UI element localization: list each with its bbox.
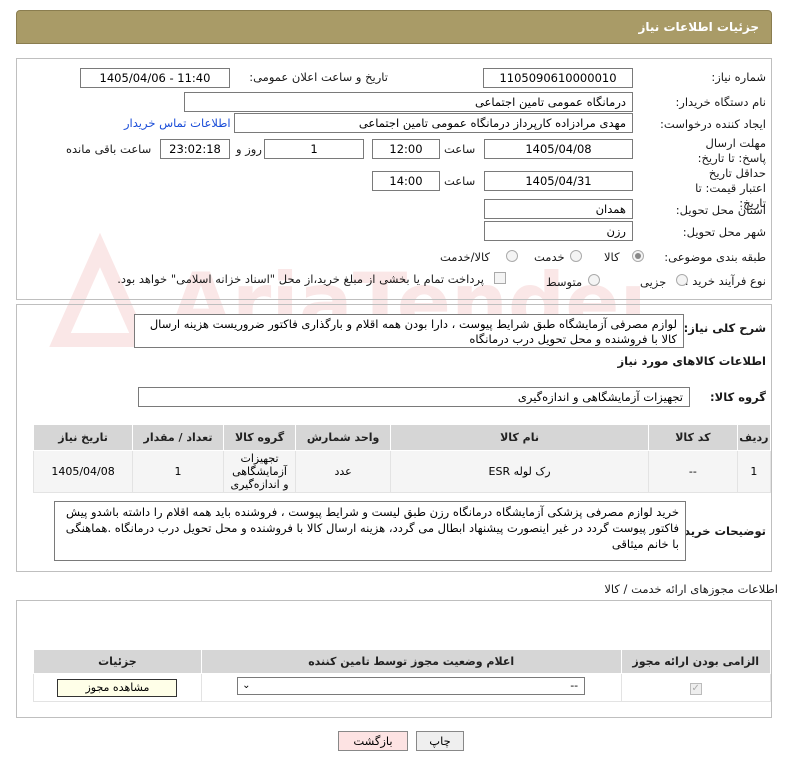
deadline-days-label: روز و	[236, 142, 262, 156]
validity-time-label: ساعت	[444, 174, 476, 188]
category-radio-both[interactable]	[506, 250, 518, 262]
permit-required-checkbox: ✓	[689, 682, 702, 695]
announce-datetime-field: 1405/04/06 - 11:40	[80, 68, 230, 88]
category-radio-goods[interactable]	[632, 250, 644, 262]
cell-date: 1405/04/08	[32, 450, 134, 493]
category-option-both: کالا/خدمت	[440, 250, 491, 264]
deadline-days-field: 1	[264, 139, 364, 159]
col-permit-required: الزامی بودن ارائه مجوز	[620, 649, 771, 674]
cell-name: رک لوله ESR	[390, 450, 650, 493]
cell-group: تجهیزات آزمایشگاهی و اندازه‌گیری	[222, 450, 297, 493]
page-title: جزئیات اطلاعات نیاز	[638, 20, 759, 34]
deadline-label: مهلت ارسال پاسخ: تا تاریخ:	[697, 136, 766, 165]
cell-permit-required: ✓	[620, 673, 771, 702]
deadline-time-field: 12:00	[372, 139, 440, 159]
category-option-goods: کالا	[604, 250, 620, 264]
col-unit: واحد شمارش	[295, 424, 392, 451]
table-row: 1 -- رک لوله ESR عدد تجهیزات آزمایشگاهی …	[32, 450, 772, 493]
deadline-date-field: 1405/04/08	[484, 139, 633, 159]
permit-status-value: --	[570, 679, 579, 692]
buyer-org-label: نام دستگاه خریدار:	[675, 95, 766, 109]
print-button[interactable]: چاپ	[416, 731, 464, 751]
validity-time-field: 14:00	[372, 171, 440, 191]
cell-row: 1	[736, 450, 772, 493]
col-permit-status: اعلام وضعیت مجوز توسط تامین کننده	[200, 649, 622, 674]
deadline-time-label: ساعت	[444, 142, 476, 156]
cell-qty: 1	[132, 450, 224, 493]
permits-table: الزامی بودن ارائه مجوز اعلام وضعیت مجوز …	[33, 649, 771, 702]
col-group: گروه کالا	[222, 424, 297, 451]
process-option-medium: متوسط	[546, 275, 583, 289]
process-option-minor: جزیی	[640, 275, 667, 289]
process-label: نوع فرآیند خرید :	[684, 274, 766, 288]
back-button[interactable]: بازگشت	[338, 731, 408, 751]
col-permit-details: جزئیات	[33, 649, 202, 674]
cell-permit-status: ⌄ --	[200, 673, 622, 702]
col-name: نام کالا	[390, 424, 650, 451]
col-code: کد کالا	[648, 424, 738, 451]
remaining-time-label: ساعت باقی مانده	[66, 142, 152, 156]
summary-label: شرح کلی نیاز:	[683, 321, 766, 335]
goods-section-title: اطلاعات کالاهای مورد نیاز	[617, 354, 766, 368]
category-label: طبقه بندی موضوعی:	[664, 250, 766, 264]
chevron-down-icon: ⌄	[242, 680, 251, 691]
category-radio-service[interactable]	[570, 250, 582, 262]
goods-group-field: تجهیزات آزمایشگاهی و اندازه‌گیری	[138, 387, 690, 407]
permits-section-title: اطلاعات مجوزهای ارائه خدمت / کالا	[604, 582, 778, 596]
buyer-contact-link[interactable]: اطلاعات تماس خریدار	[124, 116, 231, 130]
treasury-payment-note: پرداخت تمام یا بخشی از مبلغ خرید،از محل …	[117, 272, 484, 286]
permit-status-select[interactable]: ⌄ --	[237, 677, 586, 695]
province-field: همدان	[484, 199, 633, 219]
buyer-notes-text: خرید لوازم مصرفی پزشکی آزمایشگاه درمانگا…	[54, 501, 686, 561]
city-label: شهر محل تحویل:	[682, 225, 766, 239]
col-row: ردیف	[736, 424, 772, 451]
col-date: تاریخ نیاز	[32, 424, 134, 451]
announce-datetime-label: تاریخ و ساعت اعلان عمومی:	[249, 70, 388, 84]
page-header: جزئیات اطلاعات نیاز	[16, 10, 772, 44]
city-field: رزن	[484, 221, 633, 241]
goods-group-label: گروه کالا:	[710, 390, 766, 404]
process-radio-minor[interactable]	[676, 274, 688, 286]
cell-code: --	[648, 450, 738, 493]
need-number-label: شماره نیاز:	[711, 70, 766, 84]
process-radio-medium[interactable]	[588, 274, 600, 286]
table-row: ✓ ⌄ -- مشاهده مجوز	[33, 673, 771, 702]
summary-text: لوازم مصرفی آزمایشگاه طبق شرایط پیوست ، …	[134, 314, 684, 348]
validity-date-field: 1405/04/31	[484, 171, 633, 191]
cell-permit-details: مشاهده مجوز	[33, 673, 202, 702]
view-permit-button[interactable]: مشاهده مجوز	[57, 678, 178, 697]
need-number-field: 1105090610000010	[483, 68, 633, 88]
category-option-service: خدمت	[534, 250, 565, 264]
goods-table: ردیف کد کالا نام کالا واحد شمارش گروه کا…	[32, 424, 772, 493]
treasury-payment-checkbox[interactable]	[494, 272, 506, 284]
cell-unit: عدد	[295, 450, 392, 493]
remaining-time-field: 23:02:18	[160, 139, 230, 159]
requester-label: ایجاد کننده درخواست:	[660, 117, 766, 131]
buyer-org-field: درمانگاه عمومی تامین اجتماعی	[184, 92, 633, 112]
requester-field: مهدی مرادزاده کارپرداز درمانگاه عمومی تا…	[234, 113, 633, 133]
col-qty: تعداد / مقدار	[132, 424, 224, 451]
province-label: استان محل تحویل:	[675, 203, 766, 217]
